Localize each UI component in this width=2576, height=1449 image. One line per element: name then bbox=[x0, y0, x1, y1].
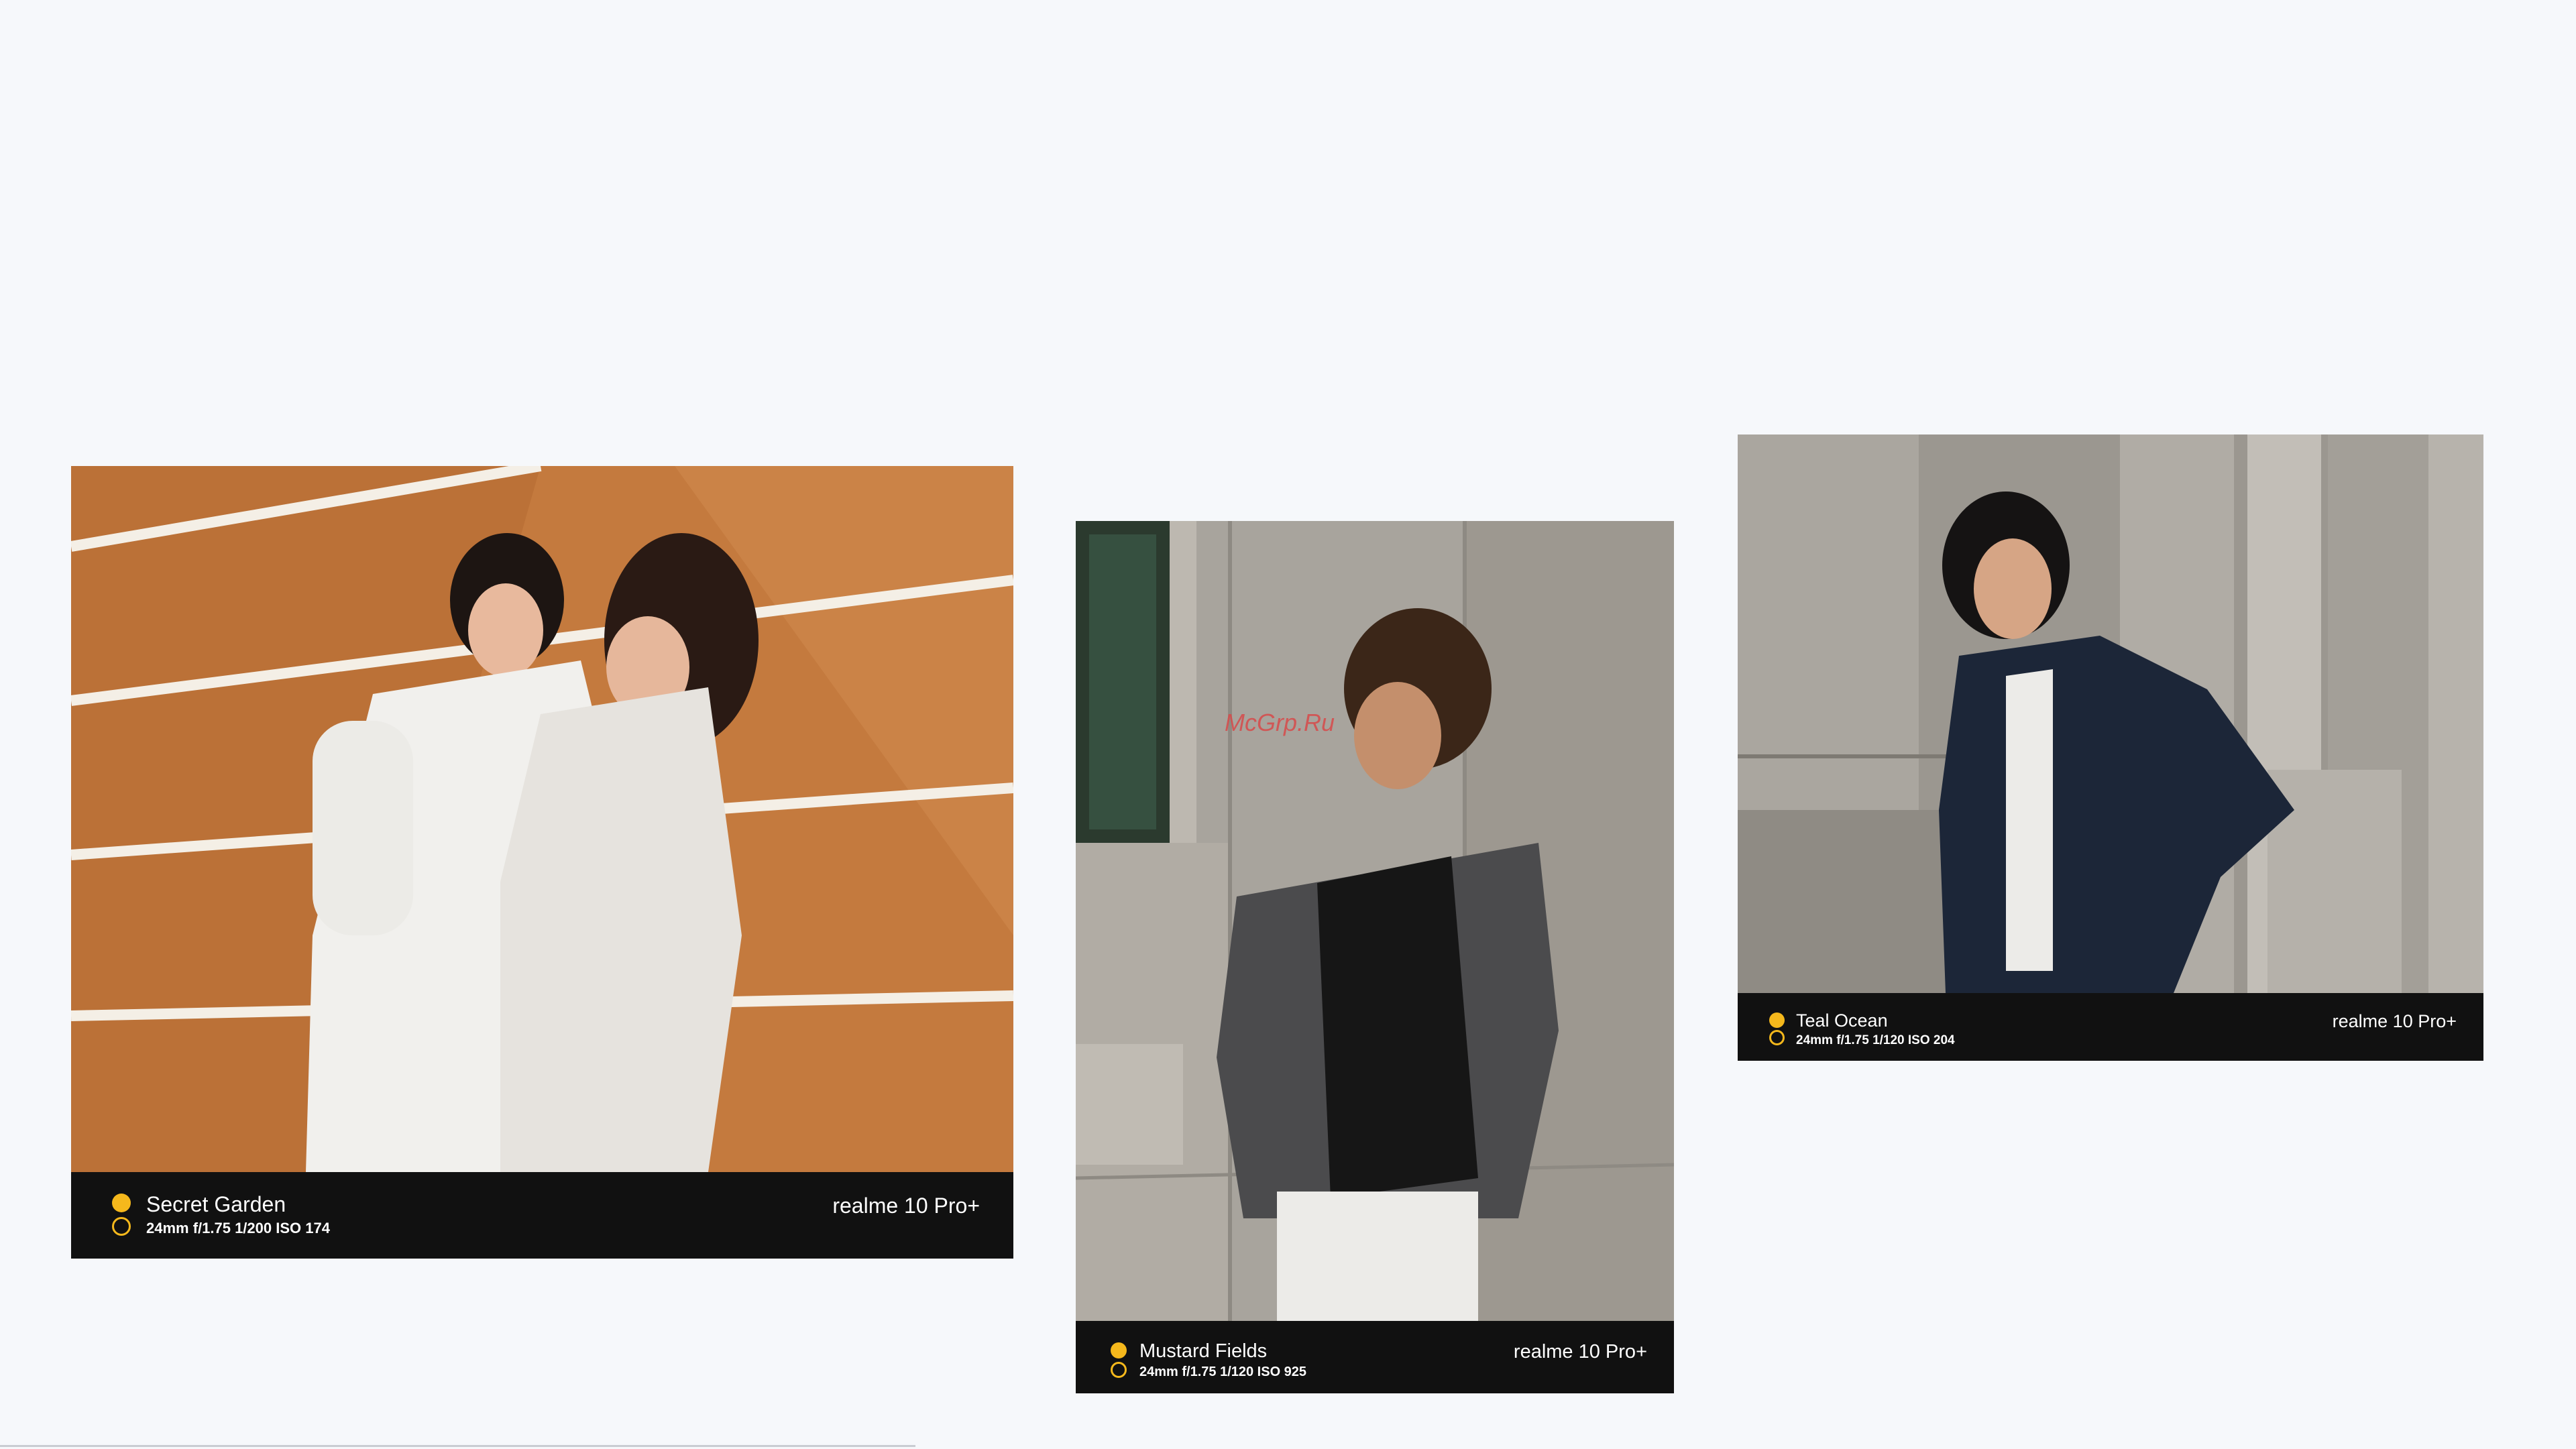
divider-line bbox=[0, 1445, 915, 1447]
photo-card-mustard-fields[interactable]: Mustard Fields 24mm f/1.75 1/120 ISO 925… bbox=[1076, 521, 1674, 1393]
sample-photo-1 bbox=[71, 466, 1013, 1172]
photo-caption-bar: Secret Garden 24mm f/1.75 1/200 ISO 174 … bbox=[71, 1172, 1013, 1259]
exif-info: 24mm f/1.75 1/120 ISO 925 bbox=[1139, 1365, 1307, 1379]
filter-dot-ring-icon bbox=[1111, 1362, 1127, 1378]
device-name: realme 10 Pro+ bbox=[1513, 1341, 1647, 1363]
sample-photo-3 bbox=[1738, 434, 2483, 993]
filter-dot-ring-icon bbox=[1769, 1030, 1785, 1045]
filter-dot-filled-icon bbox=[1111, 1342, 1127, 1358]
photo-caption-bar: Mustard Fields 24mm f/1.75 1/120 ISO 925… bbox=[1076, 1321, 1674, 1393]
photo-card-teal-ocean[interactable]: Teal Ocean 24mm f/1.75 1/120 ISO 204 rea… bbox=[1738, 434, 2483, 1061]
filter-name: Mustard Fields bbox=[1139, 1340, 1268, 1362]
device-name: realme 10 Pro+ bbox=[2332, 1011, 2457, 1031]
filter-name: Secret Garden bbox=[146, 1192, 286, 1216]
photo-caption-bar: Teal Ocean 24mm f/1.75 1/120 ISO 204 rea… bbox=[1738, 993, 2483, 1061]
sample-photo-2 bbox=[1076, 521, 1674, 1321]
photo-card-secret-garden[interactable]: Secret Garden 24mm f/1.75 1/200 ISO 174 … bbox=[71, 466, 1013, 1259]
filter-dot-filled-icon bbox=[1769, 1012, 1785, 1028]
filter-name: Teal Ocean bbox=[1796, 1010, 1888, 1031]
site-watermark: McGrp.Ru bbox=[1225, 709, 1335, 736]
filter-dot-ring-icon bbox=[112, 1217, 131, 1236]
exif-info: 24mm f/1.75 1/200 ISO 174 bbox=[146, 1220, 330, 1236]
exif-info: 24mm f/1.75 1/120 ISO 204 bbox=[1796, 1033, 1955, 1047]
device-name: realme 10 Pro+ bbox=[832, 1194, 980, 1218]
filter-dot-filled-icon bbox=[112, 1194, 131, 1212]
